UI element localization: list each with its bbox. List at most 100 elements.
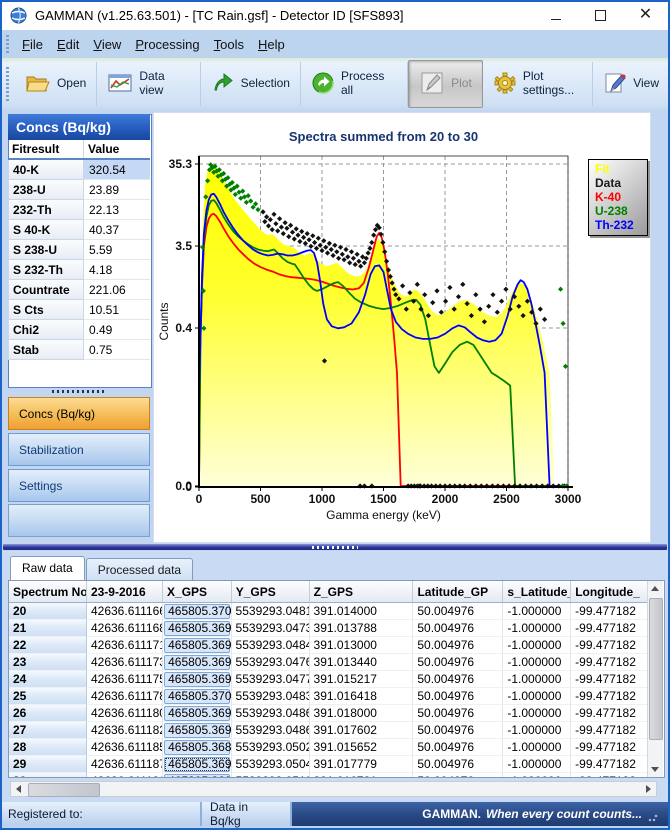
cell-longitude[interactable]: -99.477182 [571, 688, 651, 705]
cell-x-gps[interactable]: 465805.36928 [163, 773, 231, 778]
cell-23-9-2016[interactable]: 42636.611168 [87, 620, 163, 637]
toolbar-plot-settings-button[interactable]: Plot settings... [483, 62, 593, 106]
cell-s-latitude[interactable]: -1.000000 [503, 654, 571, 671]
cell-z-gps[interactable]: 391.017779 [310, 756, 414, 773]
cell-latitude-gp[interactable]: 50.004976 [413, 637, 503, 654]
cell-spectrum-no[interactable]: 23 [9, 654, 87, 671]
cell-y-gps[interactable]: 5539293.0511 [232, 773, 310, 778]
cell-latitude-gp[interactable]: 50.004976 [413, 705, 503, 722]
cell-s-latitude[interactable]: -1.000000 [503, 739, 571, 756]
tab-processed-data[interactable]: Processed data [86, 558, 193, 580]
cell-23-9-2016[interactable]: 42636.611185 [87, 739, 163, 756]
fitresult-row-s-232-th[interactable]: S 232-Th4.18 [8, 260, 150, 280]
horizontal-splitter[interactable] [0, 543, 670, 551]
cell-spectrum-no[interactable]: 20 [9, 603, 87, 620]
cell-x-gps[interactable]: 465805.36998 [163, 756, 231, 773]
cell-s-latitude[interactable]: -1.000000 [503, 671, 571, 688]
cell-longitude[interactable]: -99.477182 [571, 705, 651, 722]
cell-y-gps[interactable]: 5539293.0486 [232, 722, 310, 739]
column-header-x-gps[interactable]: X_GPS [163, 581, 232, 602]
cell-x-gps[interactable]: 465805.36908 [163, 671, 231, 688]
menu-file[interactable]: File [15, 33, 50, 56]
cell-s-latitude[interactable]: -1.000000 [503, 722, 571, 739]
cell-23-9-2016[interactable]: 42636.611171 [87, 637, 163, 654]
resize-grip-icon[interactable] [648, 812, 658, 822]
fitresult-row-238-u[interactable]: 238-U23.89 [8, 180, 150, 200]
menu-tools[interactable]: Tools [207, 33, 251, 56]
cell-y-gps[interactable]: 5539293.0477 [232, 671, 310, 688]
cell-latitude-gp[interactable]: 50.004976 [413, 756, 503, 773]
cell-23-9-2016[interactable]: 42636.611190 [87, 773, 163, 778]
menu-help[interactable]: Help [251, 33, 292, 56]
scroll-down-button[interactable] [648, 762, 662, 777]
cell-s-latitude[interactable]: -1.000000 [503, 603, 571, 620]
menu-edit[interactable]: Edit [50, 33, 86, 56]
cell-x-gps[interactable]: 465805.36961 [163, 637, 231, 654]
vertical-scroll-thumb[interactable] [649, 598, 663, 740]
cell-23-9-2016[interactable]: 42636.611173 [87, 654, 163, 671]
cell-z-gps[interactable]: 391.013788 [310, 620, 414, 637]
cell-s-latitude[interactable]: -1.000000 [503, 756, 571, 773]
cell-z-gps[interactable]: 391.015217 [310, 671, 414, 688]
fitresult-row-s-cts[interactable]: S Cts10.51 [8, 300, 150, 320]
cell-longitude[interactable]: -99.477182 [571, 722, 651, 739]
cell-x-gps[interactable]: 465805.36902 [163, 722, 231, 739]
cell-spectrum-no[interactable]: 22 [9, 637, 87, 654]
sidebar-button-settings[interactable]: Settings [8, 469, 150, 502]
cell-latitude-gp[interactable]: 50.004976 [413, 722, 503, 739]
cell-longitude[interactable]: -99.477182 [571, 637, 651, 654]
cell-23-9-2016[interactable]: 42636.611182 [87, 722, 163, 739]
close-button[interactable]: ✕ [623, 0, 668, 30]
column-header-y-gps[interactable]: Y_GPS [232, 581, 310, 602]
cell-x-gps[interactable]: 465805.36941 [163, 620, 231, 637]
fitresult-row-40-k[interactable]: 40-K320.54 [8, 160, 150, 180]
cell-latitude-gp[interactable]: 50.004976 [413, 671, 503, 688]
cell-x-gps[interactable]: 465805.37025 [163, 688, 231, 705]
menu-processing[interactable]: Processing [128, 33, 206, 56]
cell-latitude-gp[interactable]: 50.004976 [413, 773, 503, 778]
cell-z-gps[interactable]: 391.018000 [310, 705, 414, 722]
cell-longitude[interactable]: -99.477182 [571, 671, 651, 688]
fitresult-row-chi2[interactable]: Chi20.49 [8, 320, 150, 340]
cell-y-gps[interactable]: 5539293.0484 [232, 637, 310, 654]
cell-23-9-2016[interactable]: 42636.611166 [87, 603, 163, 620]
cell-y-gps[interactable]: 5539293.0476 [232, 654, 310, 671]
cell-longitude[interactable]: -99.477182 [571, 603, 651, 620]
cell-23-9-2016[interactable]: 42636.611187 [87, 756, 163, 773]
menu-view[interactable]: View [86, 33, 128, 56]
cell-latitude-gp[interactable]: 50.004976 [413, 739, 503, 756]
column-header-latitude-gp[interactable]: Latitude_GP [413, 581, 503, 602]
cell-y-gps[interactable]: 5539293.0473 [232, 620, 310, 637]
sidebar-button-concs-bq-kg[interactable]: Concs (Bq/kg) [8, 397, 150, 430]
cell-y-gps[interactable]: 5539293.0486 [232, 705, 310, 722]
maximize-button[interactable] [578, 0, 623, 30]
scroll-right-button[interactable] [641, 782, 656, 796]
fitresult-row-s-238-u[interactable]: S 238-U5.59 [8, 240, 150, 260]
cell-latitude-gp[interactable]: 50.004976 [413, 688, 503, 705]
sidebar-button-stabilization[interactable]: Stabilization [8, 433, 150, 466]
tab-raw-data[interactable]: Raw data [10, 556, 85, 580]
fitresult-row-countrate[interactable]: Countrate221.06 [8, 280, 150, 300]
cell-z-gps[interactable]: 391.016781 [310, 773, 414, 778]
cell-s-latitude[interactable]: -1.000000 [503, 620, 571, 637]
cell-spectrum-no[interactable]: 27 [9, 722, 87, 739]
fitresult-row-stab[interactable]: Stab0.75 [8, 340, 150, 360]
column-header-z-gps[interactable]: Z_GPS [310, 581, 414, 602]
cell-x-gps[interactable]: 465805.36888 [163, 739, 231, 756]
cell-spectrum-no[interactable]: 21 [9, 620, 87, 637]
cell-y-gps[interactable]: 5539293.0481 [232, 603, 310, 620]
toolbar-view-button[interactable]: View [593, 62, 670, 106]
toolbar-plot-button[interactable]: Plot [408, 60, 483, 108]
cell-latitude-gp[interactable]: 50.004976 [413, 603, 503, 620]
fitresult-row-232-th[interactable]: 232-Th22.13 [8, 200, 150, 220]
cell-spectrum-no[interactable]: 25 [9, 688, 87, 705]
cell-longitude[interactable]: -99.477182 [571, 620, 651, 637]
cell-x-gps[interactable]: 465805.36986 [163, 705, 231, 722]
cell-x-gps[interactable]: 465805.37009 [163, 603, 231, 620]
cell-spectrum-no[interactable]: 29 [9, 756, 87, 773]
column-header-spectrum-no[interactable]: Spectrum No [9, 581, 87, 602]
cell-longitude[interactable]: -99.477182 [571, 756, 651, 773]
scroll-up-button[interactable] [648, 581, 662, 596]
cell-z-gps[interactable]: 391.016418 [310, 688, 414, 705]
cell-23-9-2016[interactable]: 42636.611178 [87, 688, 163, 705]
